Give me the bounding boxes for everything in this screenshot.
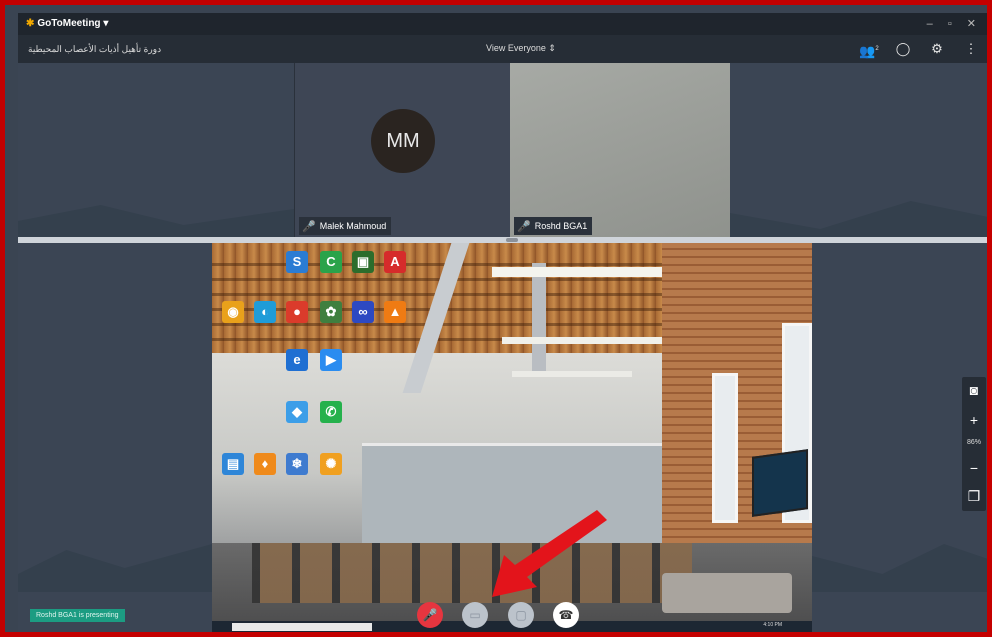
phone-hangup-icon: ☎ xyxy=(558,608,574,622)
taskbar-clock: 4:10 PM xyxy=(763,622,782,628)
zoom-in-button[interactable]: + xyxy=(962,409,986,431)
camera-icon: ▭ xyxy=(469,608,481,622)
screen-share-area: S C ▣ A ◉ ◐ ● ✿ ∞ ▲ e ▶ ◆ ✆ ♦ ❄ ✺ ▤ 4:10 PM xyxy=(18,243,987,632)
desktop-shortcut-icon[interactable]: ▲ xyxy=(384,301,406,323)
shared-screen[interactable]: S C ▣ A ◉ ◐ ● ✿ ∞ ▲ e ▶ ◆ ✆ ♦ ❄ ✺ ▤ 4:10 PM xyxy=(212,243,812,632)
updown-chevron-icon: ⇕ xyxy=(548,43,556,53)
desktop-shortcut-icon[interactable]: ◐ xyxy=(254,301,276,323)
participant-tile[interactable]: 🎤 Roshd BGA1 xyxy=(510,63,730,237)
taskbar-search[interactable] xyxy=(232,623,372,631)
desktop-shortcut-icon[interactable]: A xyxy=(384,251,406,273)
meeting-title: دورة تأهيل أذيات الأعصاب المحيطية xyxy=(28,44,162,54)
mic-muted-icon: 🎤 xyxy=(517,220,531,233)
camera-icon: ◙ xyxy=(969,382,979,398)
more-icon: ⋮ xyxy=(964,41,978,56)
desktop-shortcut-icon[interactable]: ◆ xyxy=(286,401,308,423)
background-decoration xyxy=(730,201,987,237)
office-window xyxy=(712,373,738,523)
drag-handle-icon[interactable] xyxy=(506,238,518,242)
desktop-shortcut-icon[interactable]: ▶ xyxy=(320,349,342,371)
avatar: MM xyxy=(371,109,435,173)
desktop-shortcut-icon[interactable]: ▣ xyxy=(352,251,374,273)
desktop-shortcut-icon[interactable]: S xyxy=(286,251,308,273)
desktop-shortcut-icon[interactable]: ♦ xyxy=(254,453,276,475)
settings-icon: ⚙ xyxy=(931,41,943,56)
more-button[interactable]: ⋮ xyxy=(954,39,987,59)
settings-button[interactable]: ⚙ xyxy=(920,39,954,59)
desktop-shortcut-icon[interactable]: ✺ xyxy=(320,453,342,475)
red-arrow-annotation xyxy=(492,510,607,597)
copy-button[interactable]: ❐ xyxy=(962,485,986,507)
view-selector-label: View Everyone xyxy=(486,43,546,53)
attendee-count: 2 xyxy=(875,46,879,52)
desktop-shortcut-icon[interactable]: ∞ xyxy=(352,301,374,323)
chevron-down-icon: ▾ xyxy=(103,18,109,29)
zoom-panel: ◙ + 86% − ❐ xyxy=(962,377,986,511)
leave-button[interactable]: ☎ xyxy=(553,602,579,628)
microphone-off-icon: 🎤 xyxy=(422,608,438,622)
window-controls[interactable]: – ▫ ✕ xyxy=(927,17,982,30)
title-bar: ✱ GoToMeeting ▾ – ▫ ✕ xyxy=(18,13,987,35)
participant-tile[interactable]: MM 🎤 Malek Mahmoud xyxy=(294,63,510,237)
screen-share-button[interactable]: ▢ xyxy=(508,602,534,628)
participant-name-tag: 🎤 Malek Mahmoud xyxy=(299,217,392,235)
app-menu[interactable]: ✱ GoToMeeting ▾ xyxy=(26,18,108,29)
desktop-shortcut-icon[interactable]: ▤ xyxy=(222,453,244,475)
background-decoration xyxy=(18,544,212,592)
desktop-shortcut-icon[interactable]: e xyxy=(286,349,308,371)
view-selector[interactable]: View Everyone ⇕ xyxy=(486,43,556,54)
zoom-out-button[interactable]: − xyxy=(962,457,986,479)
screenshot-button[interactable]: ◙ xyxy=(962,379,986,401)
microphone-button[interactable]: 🎤 xyxy=(417,602,443,628)
toolbar-icons: 👥2 ◯ ⚙ ⋮ xyxy=(852,39,987,59)
background-decoration xyxy=(18,205,294,237)
desktop-shortcut-icon[interactable]: C xyxy=(320,251,342,273)
participant-name: Malek Mahmoud xyxy=(319,221,387,231)
attendees-icon: 👥 xyxy=(859,43,876,59)
app-window: ✱ GoToMeeting ▾ – ▫ ✕ دورة تأهيل أذيات ال… xyxy=(0,0,992,637)
desktop-shortcut-icon[interactable]: ❄ xyxy=(286,453,308,475)
background-decoration xyxy=(812,544,987,592)
participant-name-tag: 🎤 Roshd BGA1 xyxy=(514,217,593,235)
desktop-shortcut-icon[interactable]: ● xyxy=(286,301,308,323)
office-sofa xyxy=(662,573,792,613)
desktop-shortcut-icon[interactable]: ✆ xyxy=(320,401,342,423)
plus-icon: + xyxy=(969,412,979,428)
copy-icon: ❐ xyxy=(967,488,981,504)
ceiling-duct xyxy=(532,263,546,373)
participant-name: Roshd BGA1 xyxy=(534,221,588,231)
meeting-toolbar: دورة تأهيل أذيات الأعصاب المحيطية View E… xyxy=(18,35,987,63)
meeting-controls: 🎤 ▭ ▢ ☎ xyxy=(415,602,585,632)
screen-share-icon: ▢ xyxy=(515,608,527,622)
minus-icon: − xyxy=(969,460,979,476)
webcam-strip: MM 🎤 Malek Mahmoud 🎤 Roshd BGA1 xyxy=(18,63,987,237)
mic-muted-icon: 🎤 xyxy=(302,220,316,233)
zoom-level: 86% xyxy=(966,439,981,446)
wall-tv xyxy=(752,449,808,517)
desktop-shortcut-icon[interactable]: ✿ xyxy=(320,301,342,323)
camera-button[interactable]: ▭ xyxy=(462,602,488,628)
attendees-button[interactable]: 👥2 xyxy=(852,39,886,59)
ceiling-light xyxy=(512,371,632,377)
desktop-shortcut-icon[interactable]: ◉ xyxy=(222,301,244,323)
gotomeeting-logo-icon: ✱ xyxy=(26,18,35,29)
chat-button[interactable]: ◯ xyxy=(886,39,920,59)
office-desks xyxy=(252,543,692,603)
app-name: GoToMeeting xyxy=(37,18,101,29)
chat-icon: ◯ xyxy=(895,41,911,56)
presenting-badge: Roshd BGA1 is presenting xyxy=(30,609,125,622)
